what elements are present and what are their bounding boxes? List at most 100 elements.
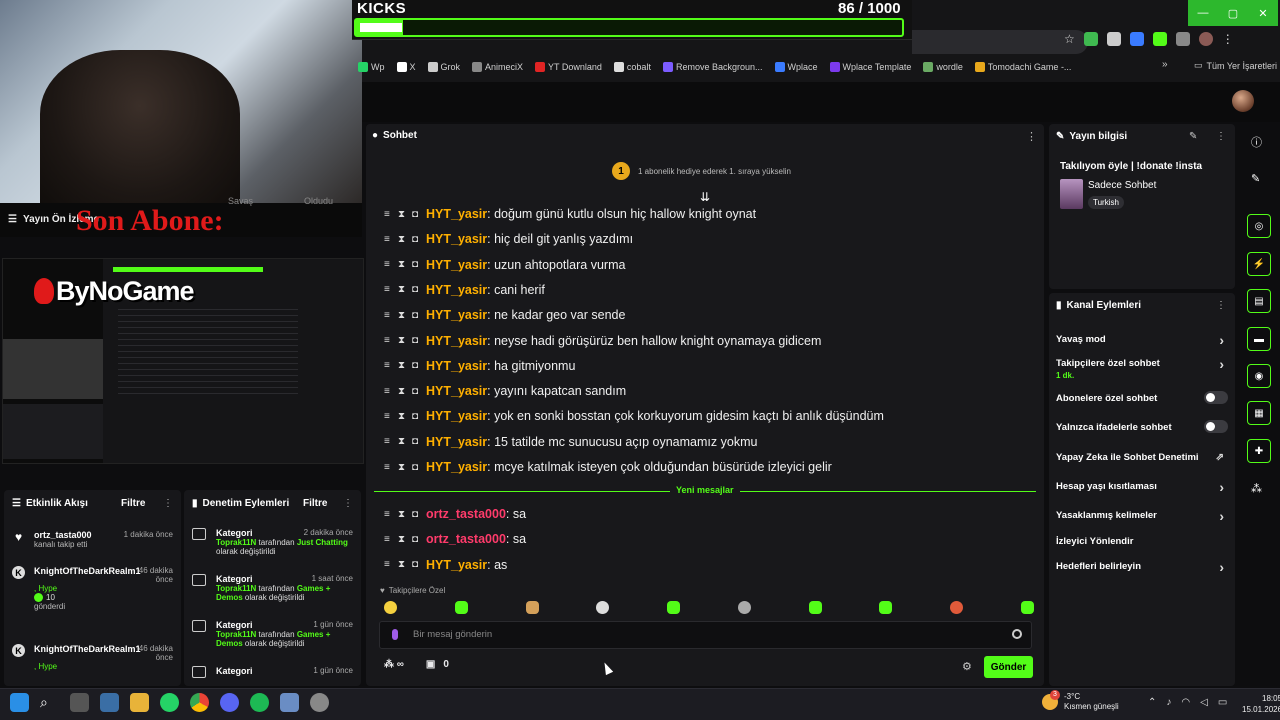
timeout-icon[interactable]: ⧗	[398, 284, 406, 295]
emote-icon[interactable]	[879, 601, 893, 614]
store-icon[interactable]: ▣	[426, 659, 435, 670]
bookmark-tomodachi[interactable]: Tomodachi Game -...	[974, 62, 1071, 72]
emote-icon[interactable]	[950, 601, 964, 614]
screenshot-icon[interactable]	[1106, 32, 1121, 46]
mic-icon[interactable]	[392, 629, 398, 640]
emote-icon[interactable]	[454, 601, 468, 614]
info-icon[interactable]: ⓘ	[1251, 134, 1262, 150]
drag-handle-icon[interactable]: ≡	[384, 559, 392, 570]
chevron-up-icon[interactable]: ⌃	[1148, 697, 1156, 708]
moderation-filter-button[interactable]: Filtre	[303, 498, 327, 509]
chat-username[interactable]: HYT_yasir	[426, 384, 487, 398]
emote-icon[interactable]	[1020, 601, 1034, 614]
all-bookmarks[interactable]: ▭ Tüm Yer İşaretleri	[1194, 60, 1277, 71]
channel-points-icon[interactable]: ⁂ ∞	[384, 659, 404, 670]
chat-input-placeholder[interactable]: Bir mesaj gönderin	[413, 629, 492, 640]
widgets-icon[interactable]	[100, 693, 119, 712]
lightning-icon[interactable]: ⚡	[1247, 252, 1271, 276]
minimize-button[interactable]: —	[1188, 0, 1218, 26]
bookmark-wplace-template[interactable]: Wplace Template	[829, 62, 911, 72]
bookmark-yt[interactable]: YT Downland	[535, 62, 602, 72]
audio-icon[interactable]	[1129, 32, 1144, 46]
bookmark-animecix[interactable]: AnimeciX	[472, 62, 523, 72]
search-icon[interactable]: ⌕	[40, 694, 59, 711]
whatsapp-icon[interactable]	[160, 693, 179, 712]
star-icon[interactable]: ☆	[1064, 32, 1075, 46]
spotify-icon[interactable]	[250, 693, 269, 712]
drag-handle-icon[interactable]: ≡	[384, 534, 392, 545]
windows-icon[interactable]	[10, 693, 29, 712]
pencil-icon[interactable]: ✎	[1251, 172, 1260, 185]
chat-username[interactable]: HYT_yasir	[426, 435, 487, 449]
timeout-icon[interactable]: ⧗	[398, 411, 406, 422]
timeout-icon[interactable]: ⧗	[398, 559, 406, 570]
document-icon[interactable]: ▤	[1247, 289, 1271, 313]
channel-action-item[interactable]: Yalnızca ifadelerle sohbet	[1056, 420, 1228, 433]
bookmark-x[interactable]: X	[396, 62, 416, 72]
emoji-picker-icon[interactable]	[1012, 629, 1022, 639]
tools-icon[interactable]: ✚	[1247, 439, 1271, 463]
moderation-more-icon[interactable]: ⋮	[343, 498, 353, 509]
task-view-icon[interactable]	[70, 693, 89, 712]
bookmark-removebg[interactable]: Remove Backgroun...	[662, 62, 763, 72]
drag-handle-icon[interactable]: ≡	[384, 386, 392, 397]
emote-icon[interactable]	[737, 601, 751, 614]
toggle-switch[interactable]	[1204, 391, 1228, 404]
channel-action-item[interactable]: Yapay Zeka ile Sohbet Denetimi ⇗	[1056, 452, 1228, 463]
battery-icon[interactable]: ▭	[1218, 697, 1227, 708]
pinned-gift-banner[interactable]: 1 1 abonelik hediye ederek 1. sıraya yüks…	[612, 162, 791, 180]
bookmark-wp[interactable]: Wp	[358, 62, 385, 72]
timeout-icon[interactable]: ⧗	[398, 360, 406, 371]
timeout-icon[interactable]: ⧗	[398, 509, 406, 520]
chat-username[interactable]: ortz_tasta000	[426, 507, 506, 521]
timeout-icon[interactable]: ⧗	[398, 234, 406, 245]
chat-username[interactable]: ortz_tasta000	[426, 532, 506, 546]
send-button[interactable]: Gönder	[984, 656, 1033, 678]
chat-more-icon[interactable]: ⋮	[1026, 130, 1037, 143]
layers-icon[interactable]: ▦	[1247, 401, 1271, 425]
timeout-icon[interactable]: ⧗	[398, 462, 406, 473]
emote-icon[interactable]	[525, 601, 539, 614]
drag-handle-icon[interactable]: ≡	[384, 284, 392, 295]
scroll-down-icon[interactable]: ⇊	[700, 190, 710, 204]
chat-username[interactable]: HYT_yasir	[426, 207, 487, 221]
app-icon[interactable]	[280, 693, 299, 712]
moderator-name[interactable]: Toprak11N	[216, 584, 256, 593]
channel-action-item[interactable]: Yasaklanmış kelimeler ›	[1056, 508, 1228, 524]
chat-username[interactable]: HYT_yasir	[426, 558, 487, 572]
emote-icon[interactable]	[384, 601, 397, 614]
obs-icon[interactable]	[310, 693, 329, 712]
weather-widget[interactable]: 3 -3°C Kısmen güneşli	[1042, 690, 1119, 712]
file-explorer-icon[interactable]	[130, 693, 149, 712]
toggle-switch[interactable]	[1204, 420, 1228, 433]
close-button[interactable]: ✕	[1248, 0, 1278, 26]
volume-icon[interactable]: ◁	[1200, 697, 1208, 708]
clip-icon[interactable]: ◎	[1247, 214, 1271, 238]
emote-icon[interactable]	[667, 601, 681, 614]
extensions-icon[interactable]	[1152, 32, 1167, 46]
channel-action-item[interactable]: İzleyici Yönlendir	[1056, 536, 1228, 547]
address-bar[interactable]	[912, 30, 1088, 54]
channel-action-item[interactable]: Yavaş mod ›	[1056, 332, 1228, 348]
wifi-icon[interactable]: ◠	[1181, 697, 1190, 708]
activity-more-icon[interactable]: ⋮	[163, 498, 173, 509]
community-icon[interactable]: ⁂	[1251, 482, 1262, 495]
bookmark-cobalt[interactable]: cobalt	[613, 62, 651, 72]
actions-more-icon[interactable]: ⋮	[1216, 300, 1226, 311]
timeout-icon[interactable]: ⧗	[398, 436, 406, 447]
bookmark-wordle[interactable]: wordle	[923, 62, 963, 72]
drag-handle-icon[interactable]: ≡	[384, 509, 392, 520]
timeout-icon[interactable]: ⧗	[398, 310, 406, 321]
edit-icon[interactable]: ✎	[1189, 131, 1197, 142]
broadcast-icon[interactable]: ◉	[1247, 364, 1271, 388]
chat-username[interactable]: HYT_yasir	[426, 359, 487, 373]
chat-icon[interactable]: ▬	[1247, 327, 1271, 351]
chat-username[interactable]: HYT_yasir	[426, 460, 487, 474]
info-more-icon[interactable]: ⋮	[1216, 131, 1226, 142]
stream-category[interactable]: Sadece Sohbet	[1088, 180, 1156, 191]
drag-handle-icon[interactable]: ≡	[384, 360, 392, 371]
chat-settings-icon[interactable]: ⚙	[962, 660, 972, 673]
avatar[interactable]	[1232, 90, 1254, 112]
maximize-button[interactable]: ▢	[1218, 0, 1248, 26]
bookmark-grok[interactable]: Grok	[427, 62, 460, 72]
